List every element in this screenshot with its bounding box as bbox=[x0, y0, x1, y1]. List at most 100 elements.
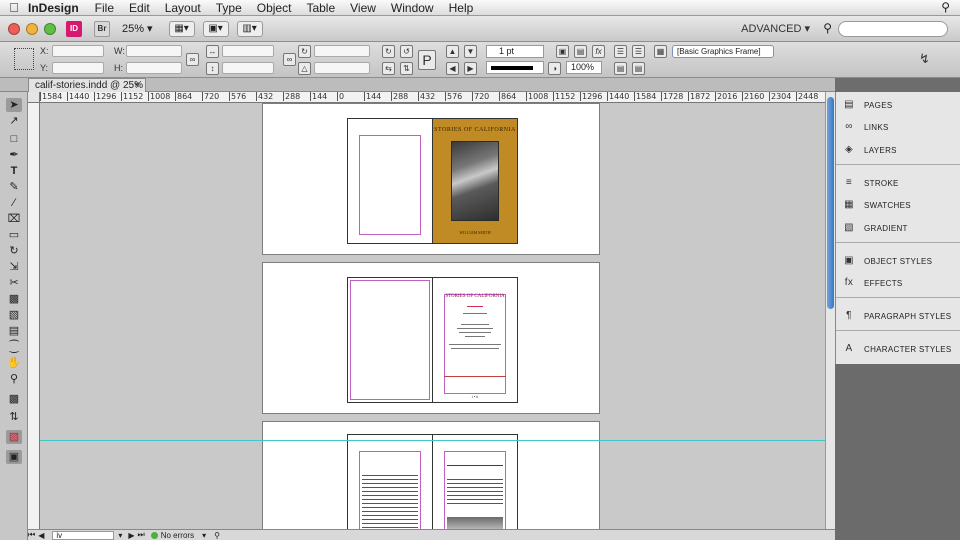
free-transform-tool-icon[interactable]: ▩ bbox=[6, 292, 22, 306]
menu-file[interactable]: File bbox=[95, 1, 114, 15]
rotation-angle-field[interactable] bbox=[314, 45, 370, 57]
pencil-tool-icon[interactable]: ✎ bbox=[6, 180, 22, 194]
rectangle-tool-icon[interactable]: ▭ bbox=[6, 228, 22, 242]
menu-help[interactable]: Help bbox=[449, 1, 474, 15]
page-text-right[interactable] bbox=[432, 434, 518, 529]
panel-gradient[interactable]: ▧ GRADIENT bbox=[836, 217, 960, 239]
spread-3[interactable] bbox=[262, 421, 600, 529]
text-wrap-button[interactable]: ▤ bbox=[614, 62, 627, 75]
select-container-button[interactable]: ▲ bbox=[446, 45, 459, 58]
zoom-level-select[interactable]: 25% ▾ bbox=[122, 22, 153, 36]
page-title[interactable]: STORIES OF CALIFORNIA i • ii bbox=[432, 277, 518, 403]
open-file-icon[interactable]: ⚲ bbox=[214, 531, 220, 540]
scrollbar-thumb[interactable] bbox=[827, 97, 834, 309]
scale-y-field[interactable] bbox=[222, 62, 274, 74]
inline-photo[interactable] bbox=[447, 517, 503, 529]
type-tool-icon[interactable]: T bbox=[6, 164, 22, 178]
minimize-window-button[interactable] bbox=[26, 22, 38, 35]
panel-character-styles[interactable]: A CHARACTER STYLES bbox=[836, 338, 960, 360]
rotate-cw-button[interactable]: ↻ bbox=[382, 45, 395, 58]
close-tab-icon[interactable]: × bbox=[134, 79, 140, 92]
quick-apply-icon[interactable]: ↯ bbox=[918, 51, 931, 66]
spread-2[interactable]: STORIES OF CALIFORNIA i • ii bbox=[262, 262, 600, 414]
menu-object[interactable]: Object bbox=[257, 1, 292, 15]
menu-app-name[interactable]: InDesign bbox=[28, 1, 79, 15]
apply-none-icon[interactable]: ▧ bbox=[6, 430, 22, 444]
page-menu-chevron-icon[interactable]: ▾ bbox=[118, 531, 122, 540]
close-window-button[interactable] bbox=[8, 22, 20, 35]
screen-mode-icon[interactable]: ▣ bbox=[6, 450, 22, 464]
distribute-button[interactable]: ▤ bbox=[632, 62, 645, 75]
panel-stroke[interactable]: ≡ STROKE bbox=[836, 172, 960, 194]
panel-swatches[interactable]: ▦ SWATCHES bbox=[836, 194, 960, 216]
select-content-button[interactable]: ▼ bbox=[464, 45, 477, 58]
scale-lock-icon[interactable]: ∞ bbox=[283, 53, 296, 66]
spotlight-search-icon[interactable]: ⚲ bbox=[941, 0, 950, 14]
eyedropper-tool-icon[interactable]: ⁐ bbox=[6, 340, 22, 354]
panel-paragraph-styles[interactable]: ¶ PARAGRAPH STYLES bbox=[836, 305, 960, 327]
menu-layout[interactable]: Layout bbox=[165, 1, 201, 15]
last-page-icon[interactable]: ⏭ bbox=[138, 530, 145, 540]
line-tool-icon[interactable]: ∕ bbox=[6, 196, 22, 210]
help-search-input[interactable] bbox=[838, 21, 948, 37]
zoom-tool-icon[interactable]: ⚲ bbox=[6, 372, 22, 386]
flip-vertical-button[interactable]: ⇅ bbox=[400, 62, 413, 75]
panel-object-styles[interactable]: ▣ OBJECT STYLES bbox=[836, 250, 960, 272]
height-field[interactable] bbox=[126, 62, 182, 74]
stroke-type-select[interactable] bbox=[486, 61, 544, 74]
fill-frame-proportionally-button[interactable]: ▣ bbox=[556, 45, 569, 58]
document-tab[interactable]: calif-stories.indd @ 25% × bbox=[28, 78, 146, 92]
gradient-tool-icon[interactable]: ▧ bbox=[6, 308, 22, 322]
vertical-scrollbar[interactable] bbox=[825, 92, 835, 529]
prev-page-icon[interactable]: ◀ bbox=[38, 531, 44, 540]
arrange-documents-button[interactable]: ▥▾ bbox=[236, 20, 263, 37]
vertical-ruler[interactable] bbox=[28, 103, 40, 529]
horizontal-ruler[interactable]: 1584 1440 1296 1152 1008 864 720 576 432 288 144 0 1… bbox=[40, 92, 825, 103]
page-text-left[interactable] bbox=[347, 434, 433, 529]
panel-pages[interactable]: ▤ PAGES bbox=[836, 94, 960, 116]
next-page-icon[interactable]: ▶ bbox=[128, 531, 134, 540]
panel-layers[interactable]: ◈ LAYERS bbox=[836, 139, 960, 161]
pasteboard[interactable]: STORIES OF CALIFORNIA WILLIAM SMITH STOR… bbox=[40, 103, 825, 529]
workspace-switcher[interactable]: ADVANCED ▾ bbox=[741, 22, 810, 35]
spread-1[interactable]: STORIES OF CALIFORNIA WILLIAM SMITH bbox=[262, 103, 600, 255]
rotate-ccw-button[interactable]: ↺ bbox=[400, 45, 413, 58]
rectangle-frame-tool-icon[interactable]: ⌧ bbox=[6, 212, 22, 226]
scissors-tool-icon[interactable]: ✂ bbox=[6, 276, 22, 290]
object-style-select[interactable]: [Basic Graphics Frame] bbox=[672, 45, 774, 58]
x-position-field[interactable] bbox=[52, 45, 104, 57]
page-tool-icon[interactable]: □ bbox=[6, 132, 22, 146]
first-page-icon[interactable]: ⏮ bbox=[28, 530, 35, 540]
bridge-button[interactable]: Br bbox=[94, 20, 110, 37]
fill-stroke-swatch-icon[interactable]: ▩ bbox=[6, 392, 22, 406]
reference-point-icon[interactable] bbox=[14, 48, 34, 70]
effects-fx-button[interactable]: fx bbox=[592, 45, 605, 58]
page-blank-left-2[interactable] bbox=[347, 277, 433, 403]
menu-window[interactable]: Window bbox=[391, 1, 434, 15]
width-field[interactable] bbox=[126, 45, 182, 57]
preflight-status[interactable]: No errors bbox=[161, 531, 194, 540]
page-blank-left[interactable] bbox=[347, 118, 433, 244]
select-next-button[interactable]: ▶ bbox=[464, 62, 477, 75]
opacity-field[interactable]: 100% bbox=[566, 61, 602, 74]
direct-selection-tool-icon[interactable]: ↗ bbox=[6, 114, 22, 128]
y-position-field[interactable] bbox=[52, 62, 104, 74]
ruler-origin[interactable] bbox=[28, 92, 40, 103]
fit-content-proportionally-button[interactable]: ▤ bbox=[574, 45, 587, 58]
waterfall-photo[interactable] bbox=[451, 141, 499, 221]
menu-table[interactable]: Table bbox=[306, 1, 335, 15]
rotate-tool-icon[interactable]: ↻ bbox=[6, 244, 22, 258]
panel-links[interactable]: ∞ LINKS bbox=[836, 116, 960, 138]
align-center-button[interactable]: ☰ bbox=[632, 45, 645, 58]
note-tool-icon[interactable]: ▤ bbox=[6, 324, 22, 338]
shear-angle-field[interactable] bbox=[314, 62, 370, 74]
view-options-button[interactable]: ▦▾ bbox=[168, 20, 195, 37]
align-left-button[interactable]: ☰ bbox=[614, 45, 627, 58]
pen-tool-icon[interactable]: ✒ bbox=[6, 148, 22, 162]
flip-horizontal-button[interactable]: ⇆ bbox=[382, 62, 395, 75]
scale-x-field[interactable] bbox=[222, 45, 274, 57]
panel-effects[interactable]: fx EFFECTS bbox=[836, 272, 960, 294]
page-number-field[interactable]: iv bbox=[52, 530, 115, 540]
screen-mode-button[interactable]: ▣▾ bbox=[202, 20, 229, 37]
zoom-window-button[interactable] bbox=[44, 22, 56, 35]
